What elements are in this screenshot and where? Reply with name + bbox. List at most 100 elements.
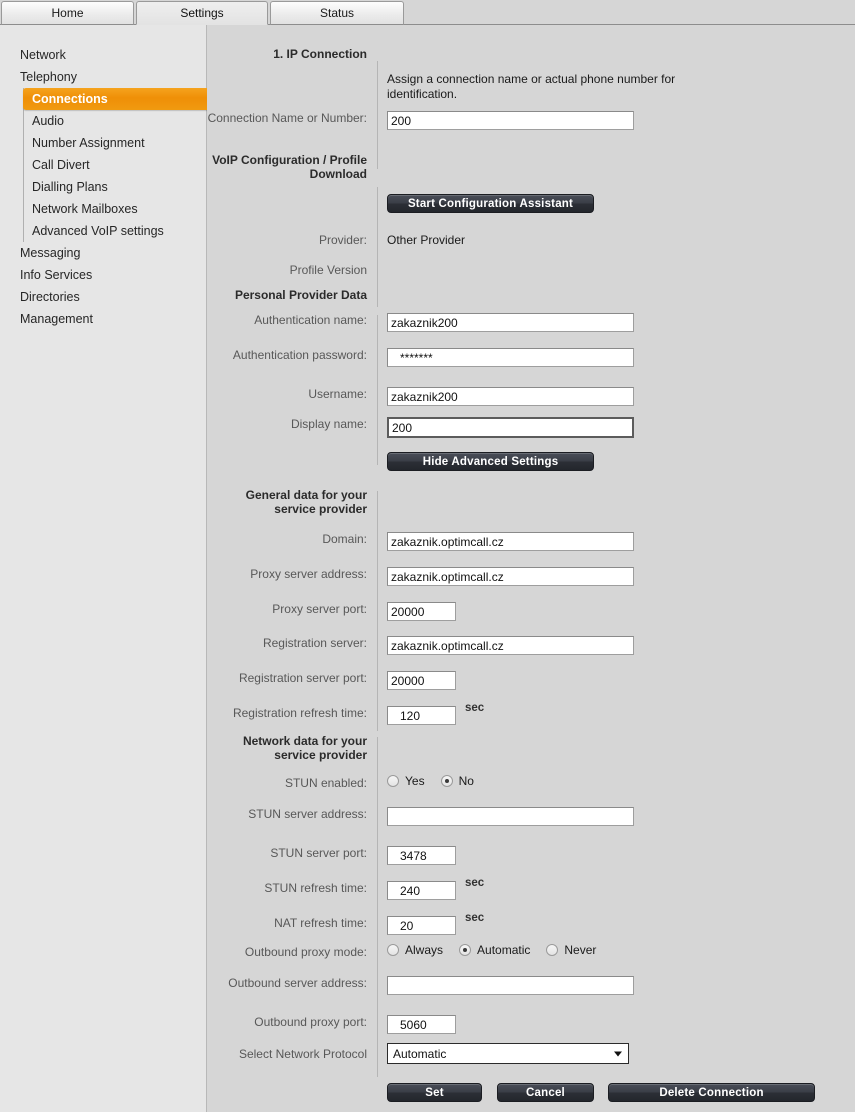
tab-settings[interactable]: Settings bbox=[136, 1, 268, 25]
proxy-server-port-input[interactable] bbox=[387, 602, 456, 621]
set-button-label: Set bbox=[425, 1086, 444, 1099]
username-input[interactable] bbox=[387, 387, 634, 406]
profile-version-label: Profile Version bbox=[289, 263, 367, 277]
hide-advanced-settings-label: Hide Advanced Settings bbox=[422, 455, 559, 468]
stun-enabled-option-no-label: No bbox=[458, 774, 474, 788]
stun-refresh-time-input[interactable] bbox=[387, 881, 456, 900]
select-network-protocol-label: Select Network Protocol bbox=[238, 1047, 367, 1061]
sidebar-item-dialling-plans[interactable]: Dialling Plans bbox=[24, 176, 207, 198]
form-divider-2 bbox=[377, 187, 378, 307]
tab-settings-label: Settings bbox=[180, 6, 224, 20]
stun-enabled-option-no[interactable]: No bbox=[440, 774, 474, 788]
outbound-proxy-port-field-wrap bbox=[387, 1015, 456, 1034]
sidebar-item-telephony-label: Telephony bbox=[20, 70, 77, 84]
personal-provider-data-label: Personal Provider Data bbox=[234, 288, 367, 302]
sidebar-item-call-divert-label: Call Divert bbox=[32, 158, 90, 172]
tab-home[interactable]: Home bbox=[1, 1, 134, 25]
username-field-wrap bbox=[387, 387, 634, 406]
sidebar-item-management[interactable]: Management bbox=[0, 308, 207, 330]
cancel-button[interactable]: Cancel bbox=[497, 1083, 594, 1102]
registration-refresh-time-input[interactable] bbox=[387, 706, 456, 725]
network-protocol-select-value: Automatic bbox=[393, 1046, 447, 1061]
help-text: Assign a connection name or actual phone… bbox=[387, 72, 676, 101]
section-title: 1. IP Connection bbox=[273, 47, 367, 61]
network-protocol-select[interactable]: Automatic bbox=[387, 1043, 629, 1064]
sidebar: Network Telephony Connections Audio Numb… bbox=[0, 25, 212, 1112]
display-name-input[interactable] bbox=[387, 417, 634, 438]
stun-refresh-time-field-wrap bbox=[387, 881, 456, 900]
auth-name-input[interactable] bbox=[387, 313, 634, 332]
form-divider-3 bbox=[377, 315, 378, 465]
sidebar-item-network-mailboxes[interactable]: Network Mailboxes bbox=[24, 198, 207, 220]
stun-server-port-input[interactable] bbox=[387, 846, 456, 865]
registration-refresh-time-field-wrap bbox=[387, 706, 456, 725]
outbound-proxy-mode-option-automatic-label: Automatic bbox=[477, 943, 531, 957]
sidebar-item-messaging[interactable]: Messaging bbox=[0, 242, 207, 264]
sidebar-item-info-services[interactable]: Info Services bbox=[0, 264, 207, 286]
nat-refresh-time-field-wrap bbox=[387, 916, 456, 935]
radio-unchecked-icon bbox=[387, 775, 399, 787]
sidebar-item-call-divert[interactable]: Call Divert bbox=[24, 154, 207, 176]
outbound-proxy-mode-option-always[interactable]: Always bbox=[387, 943, 443, 957]
sidebar-item-audio-label: Audio bbox=[32, 114, 64, 128]
connection-name-input[interactable] bbox=[387, 111, 634, 130]
sidebar-item-number-assignment[interactable]: Number Assignment bbox=[24, 132, 207, 154]
auth-password-label: Authentication password: bbox=[232, 348, 367, 362]
registration-server-label: Registration server: bbox=[262, 636, 367, 650]
auth-password-input[interactable] bbox=[387, 348, 634, 367]
outbound-proxy-port-label: Outbound proxy port: bbox=[254, 1015, 367, 1029]
stun-server-address-input[interactable] bbox=[387, 807, 634, 826]
nat-refresh-time-unit: sec bbox=[465, 912, 485, 924]
stun-refresh-time-unit: sec bbox=[465, 877, 485, 889]
nat-refresh-time-input[interactable] bbox=[387, 916, 456, 935]
radio-unchecked-icon bbox=[546, 944, 559, 956]
settings-form: 1. IP Connection Assign a connection nam… bbox=[207, 25, 855, 1112]
outbound-server-address-input[interactable] bbox=[387, 976, 634, 995]
sidebar-item-telephony[interactable]: Telephony bbox=[0, 66, 207, 88]
chevron-down-icon bbox=[614, 1051, 622, 1056]
provider-value: Other Provider bbox=[387, 233, 466, 247]
stun-enabled-option-yes[interactable]: Yes bbox=[387, 774, 425, 788]
radio-checked-icon bbox=[440, 775, 453, 787]
auth-name-field-wrap bbox=[387, 313, 634, 332]
outbound-proxy-port-input[interactable] bbox=[387, 1015, 456, 1034]
proxy-server-address-field-wrap bbox=[387, 567, 634, 586]
tab-status[interactable]: Status bbox=[270, 1, 404, 25]
sidebar-item-audio[interactable]: Audio bbox=[24, 110, 207, 132]
proxy-server-address-label: Proxy server address: bbox=[250, 567, 367, 581]
voip-settings-page: Home Settings Status Network Telephony C… bbox=[0, 0, 855, 1112]
sidebar-item-messaging-label: Messaging bbox=[20, 246, 81, 260]
form-divider-5 bbox=[377, 737, 378, 1077]
registration-server-field-wrap bbox=[387, 636, 634, 655]
sidebar-item-advanced-voip-settings-label: Advanced VoIP settings bbox=[32, 224, 164, 238]
sidebar-nav: Network Telephony Connections Audio Numb… bbox=[0, 44, 212, 330]
sidebar-item-advanced-voip-settings[interactable]: Advanced VoIP settings bbox=[24, 220, 207, 242]
cancel-button-label: Cancel bbox=[526, 1086, 565, 1099]
registration-server-port-input[interactable] bbox=[387, 671, 456, 690]
outbound-proxy-mode-option-automatic[interactable]: Automatic bbox=[459, 943, 530, 957]
outbound-server-address-field-wrap bbox=[387, 976, 634, 995]
delete-connection-button[interactable]: Delete Connection bbox=[608, 1083, 815, 1102]
registration-refresh-time-label: Registration refresh time: bbox=[232, 706, 367, 720]
outbound-server-address-label: Outbound server address: bbox=[228, 976, 367, 990]
outbound-proxy-mode-label: Outbound proxy mode: bbox=[244, 945, 367, 959]
outbound-proxy-mode-option-always-label: Always bbox=[405, 943, 444, 957]
start-configuration-assistant-button[interactable]: Start Configuration Assistant bbox=[387, 194, 594, 213]
tab-home-label: Home bbox=[51, 6, 84, 20]
outbound-proxy-mode-option-never[interactable]: Never bbox=[546, 943, 596, 957]
sidebar-item-connections[interactable]: Connections bbox=[23, 88, 212, 110]
set-button[interactable]: Set bbox=[387, 1083, 482, 1102]
domain-input[interactable] bbox=[387, 532, 634, 551]
registration-server-input[interactable] bbox=[387, 636, 634, 655]
sidebar-item-network-mailboxes-label: Network Mailboxes bbox=[32, 202, 138, 216]
proxy-server-address-input[interactable] bbox=[387, 567, 634, 586]
sidebar-item-network-label: Network bbox=[20, 48, 66, 62]
sidebar-item-info-services-label: Info Services bbox=[20, 268, 93, 282]
outbound-proxy-mode-radio-group: Always Automatic Never bbox=[387, 943, 612, 957]
sidebar-item-directories[interactable]: Directories bbox=[0, 286, 207, 308]
nat-refresh-time-label: NAT refresh time: bbox=[274, 916, 367, 930]
connection-name-field-wrap bbox=[387, 111, 634, 130]
hide-advanced-settings-button[interactable]: Hide Advanced Settings bbox=[387, 452, 594, 471]
sidebar-item-network[interactable]: Network bbox=[0, 44, 207, 66]
sidebar-item-number-assignment-label: Number Assignment bbox=[32, 136, 145, 150]
